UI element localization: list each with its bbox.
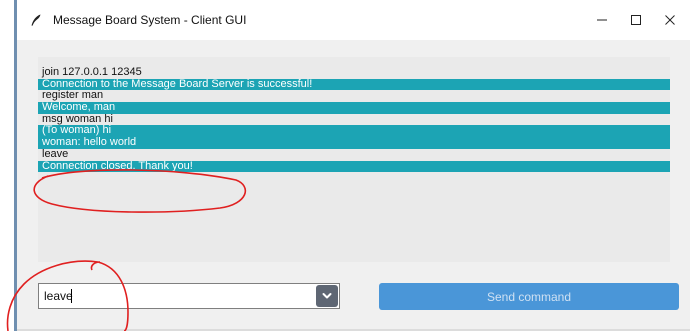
feather-icon — [31, 14, 41, 26]
window-title: Message Board System - Client GUI — [53, 13, 247, 27]
command-input[interactable] — [39, 284, 313, 308]
log-line: msg woman hi — [42, 113, 113, 125]
chevron-down-icon — [322, 293, 332, 299]
close-button[interactable] — [650, 8, 690, 32]
log-line: Connection to the Message Board Server i… — [38, 78, 670, 91]
log-line: (To woman) hi — [38, 125, 670, 138]
command-combobox[interactable] — [38, 283, 340, 309]
command-dropdown-button[interactable] — [316, 285, 338, 307]
log-line: register man — [42, 90, 104, 102]
send-command-button[interactable]: Send command — [379, 283, 679, 310]
close-icon — [665, 15, 675, 25]
maximize-icon — [631, 15, 641, 25]
log-line: Welcome, man — [38, 102, 670, 114]
text-cursor — [71, 289, 72, 303]
log-line: leave — [42, 148, 69, 160]
log-line: Connection closed. Thank you! — [38, 160, 670, 173]
title-bar[interactable]: Message Board System - Client GUI — [17, 0, 690, 40]
message-log[interactable]: join 127.0.0.1 12345 Connection to the M… — [38, 57, 670, 262]
log-line: join 127.0.0.1 12345 — [42, 67, 142, 78]
client-area: join 127.0.0.1 12345 Connection to the M… — [17, 40, 690, 331]
app-window: Message Board System - Client GUI join 1… — [0, 0, 690, 331]
minimize-icon — [597, 19, 607, 21]
log-line: woman: hello world — [38, 137, 670, 149]
